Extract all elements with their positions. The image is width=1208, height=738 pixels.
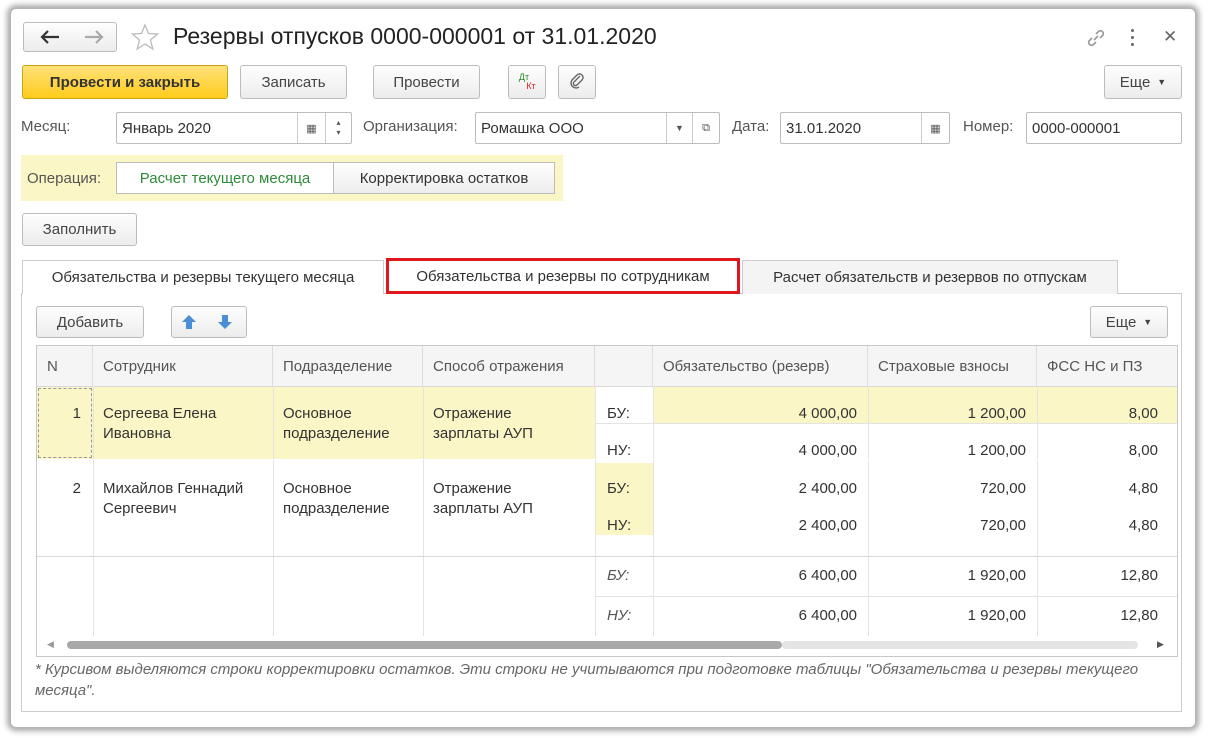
number-label: Номер:: [963, 118, 1014, 135]
star-icon[interactable]: [130, 23, 160, 56]
bu-label: БУ:: [607, 405, 630, 422]
date-field[interactable]: 31.01.2020 ▦: [780, 112, 950, 144]
total-liability-bu: 6 400,00: [798, 567, 857, 584]
arrow-right-icon[interactable]: [76, 26, 112, 48]
paperclip-icon: [569, 71, 585, 93]
add-button[interactable]: Добавить: [36, 306, 144, 338]
bu-label: БУ:: [607, 567, 630, 584]
column-header-liability[interactable]: Обязательство (резерв): [653, 346, 868, 386]
insurance-bu: 720,00: [980, 480, 1026, 497]
insurance-bu: 1 200,00: [967, 405, 1026, 422]
fss-nu: 8,00: [1128, 442, 1158, 459]
liability-bu: 2 400,00: [798, 480, 857, 497]
insurance-nu: 1 200,00: [967, 442, 1026, 459]
operation-current-option[interactable]: Расчет текущего месяца: [116, 162, 334, 194]
liability-bu: 4 000,00: [798, 405, 857, 422]
calendar-icon[interactable]: ▦: [921, 113, 949, 143]
calendar-icon[interactable]: ▦: [297, 113, 325, 143]
column-header-method[interactable]: Способ отражения: [423, 346, 595, 386]
attach-button[interactable]: [558, 65, 596, 99]
dt-kt-button[interactable]: Дт Кт: [508, 65, 546, 99]
move-buttons: [171, 306, 247, 338]
total-insurance-bu: 1 920,00: [967, 567, 1026, 584]
more-label: Еще: [1105, 313, 1137, 331]
kt-label: Кт: [526, 81, 536, 91]
operation-correction-option[interactable]: Корректировка остатков: [333, 162, 555, 194]
column-header-department[interactable]: Подразделение: [273, 346, 423, 386]
month-stepper[interactable]: ▴ ▾: [325, 113, 351, 143]
table-more-button[interactable]: Еще ▼: [1090, 306, 1168, 338]
total-fss-nu: 12,80: [1120, 607, 1158, 624]
method-cell: Отражение зарплаты АУП: [433, 480, 533, 517]
scroll-right-icon[interactable]: ▶: [1157, 639, 1164, 650]
footnote: * Курсивом выделяются строки корректиров…: [35, 661, 1139, 699]
tab-current-month[interactable]: Обязательства и резервы текущего месяца: [22, 260, 384, 294]
arrow-up-icon[interactable]: [180, 313, 198, 335]
open-icon[interactable]: ⧉: [692, 113, 719, 143]
chevron-down-icon[interactable]: ▼: [666, 113, 692, 143]
month-field[interactable]: Январь 2020 ▦ ▴ ▾: [116, 112, 352, 144]
tab-by-employees[interactable]: Обязательства и резервы по сотрудникам: [386, 258, 740, 294]
fss-bu: 8,00: [1128, 405, 1158, 422]
month-value: Январь 2020: [122, 119, 211, 137]
row-number: 1: [72, 405, 81, 422]
employee-cell: Михайлов Геннадий Сергеевич: [103, 480, 244, 517]
number-field[interactable]: 0000-000001: [1026, 112, 1182, 144]
more-label: Еще: [1119, 73, 1151, 91]
page-title: Резервы отпусков 0000-000001 от 31.01.20…: [173, 23, 657, 49]
insurance-nu: 720,00: [980, 517, 1026, 534]
tab-vacation-calc[interactable]: Расчет обязательств и резервов по отпуск…: [742, 260, 1118, 294]
nav-buttons: [23, 22, 117, 52]
liability-nu: 4 000,00: [798, 442, 857, 459]
scroll-left-icon[interactable]: ◀: [47, 639, 54, 650]
document-window: Резервы отпусков 0000-000001 от 31.01.20…: [10, 8, 1196, 728]
organization-value: Ромашка ООО: [481, 119, 584, 137]
close-icon[interactable]: ✕: [1163, 27, 1177, 47]
date-label: Дата:: [732, 118, 770, 135]
operation-label: Операция:: [27, 170, 102, 187]
column-header-n[interactable]: N: [37, 346, 93, 386]
arrow-left-icon[interactable]: [32, 26, 68, 48]
organization-field[interactable]: Ромашка ООО ▼ ⧉: [475, 112, 720, 144]
fill-button[interactable]: Заполнить: [22, 213, 137, 246]
post-and-close-button[interactable]: Провести и закрыть: [22, 65, 228, 99]
arrow-down-icon[interactable]: [216, 313, 234, 335]
department-cell: Основное подразделение: [283, 480, 390, 517]
chevron-down-icon: ▼: [1143, 317, 1153, 327]
liability-nu: 2 400,00: [798, 517, 857, 534]
month-label: Месяц:: [21, 118, 71, 135]
chevron-down-icon: ▼: [1157, 77, 1167, 87]
nu-label: НУ:: [607, 517, 632, 534]
column-header-fss[interactable]: ФСС НС и ПЗ: [1037, 346, 1177, 386]
save-button[interactable]: Записать: [240, 65, 347, 99]
method-cell: Отражение зарплаты АУП: [433, 405, 533, 442]
total-fss-bu: 12,80: [1120, 567, 1158, 584]
column-header-accounting-type[interactable]: [595, 346, 653, 386]
fss-nu: 4,80: [1128, 517, 1158, 534]
fss-bu: 4,80: [1128, 480, 1158, 497]
total-liability-nu: 6 400,00: [798, 607, 857, 624]
bu-label: БУ:: [607, 480, 630, 497]
department-cell: Основное подразделение: [283, 405, 390, 442]
scroll-track: [782, 641, 1138, 649]
date-value: 31.01.2020: [786, 119, 862, 137]
organization-label: Организация:: [363, 118, 458, 135]
number-value: 0000-000001: [1032, 119, 1121, 137]
total-insurance-nu: 1 920,00: [967, 607, 1026, 624]
scroll-thumb[interactable]: [67, 641, 782, 649]
nu-label: НУ:: [607, 607, 632, 624]
nu-label: НУ:: [607, 442, 632, 459]
employee-cell: Сергеева Елена Ивановна: [103, 405, 217, 442]
post-button[interactable]: Провести: [373, 65, 480, 99]
employees-table: N Сотрудник Подразделение Способ отражен…: [36, 345, 1178, 657]
more-vertical-icon[interactable]: [1127, 27, 1139, 49]
horizontal-scrollbar[interactable]: ◀ ▶: [37, 636, 1177, 656]
toolbar-more-button[interactable]: Еще ▼: [1104, 65, 1182, 99]
column-header-insurance[interactable]: Страховые взносы: [868, 346, 1037, 386]
link-icon[interactable]: [1085, 27, 1107, 54]
row-number: 2: [72, 480, 81, 497]
column-header-employee[interactable]: Сотрудник: [93, 346, 273, 386]
